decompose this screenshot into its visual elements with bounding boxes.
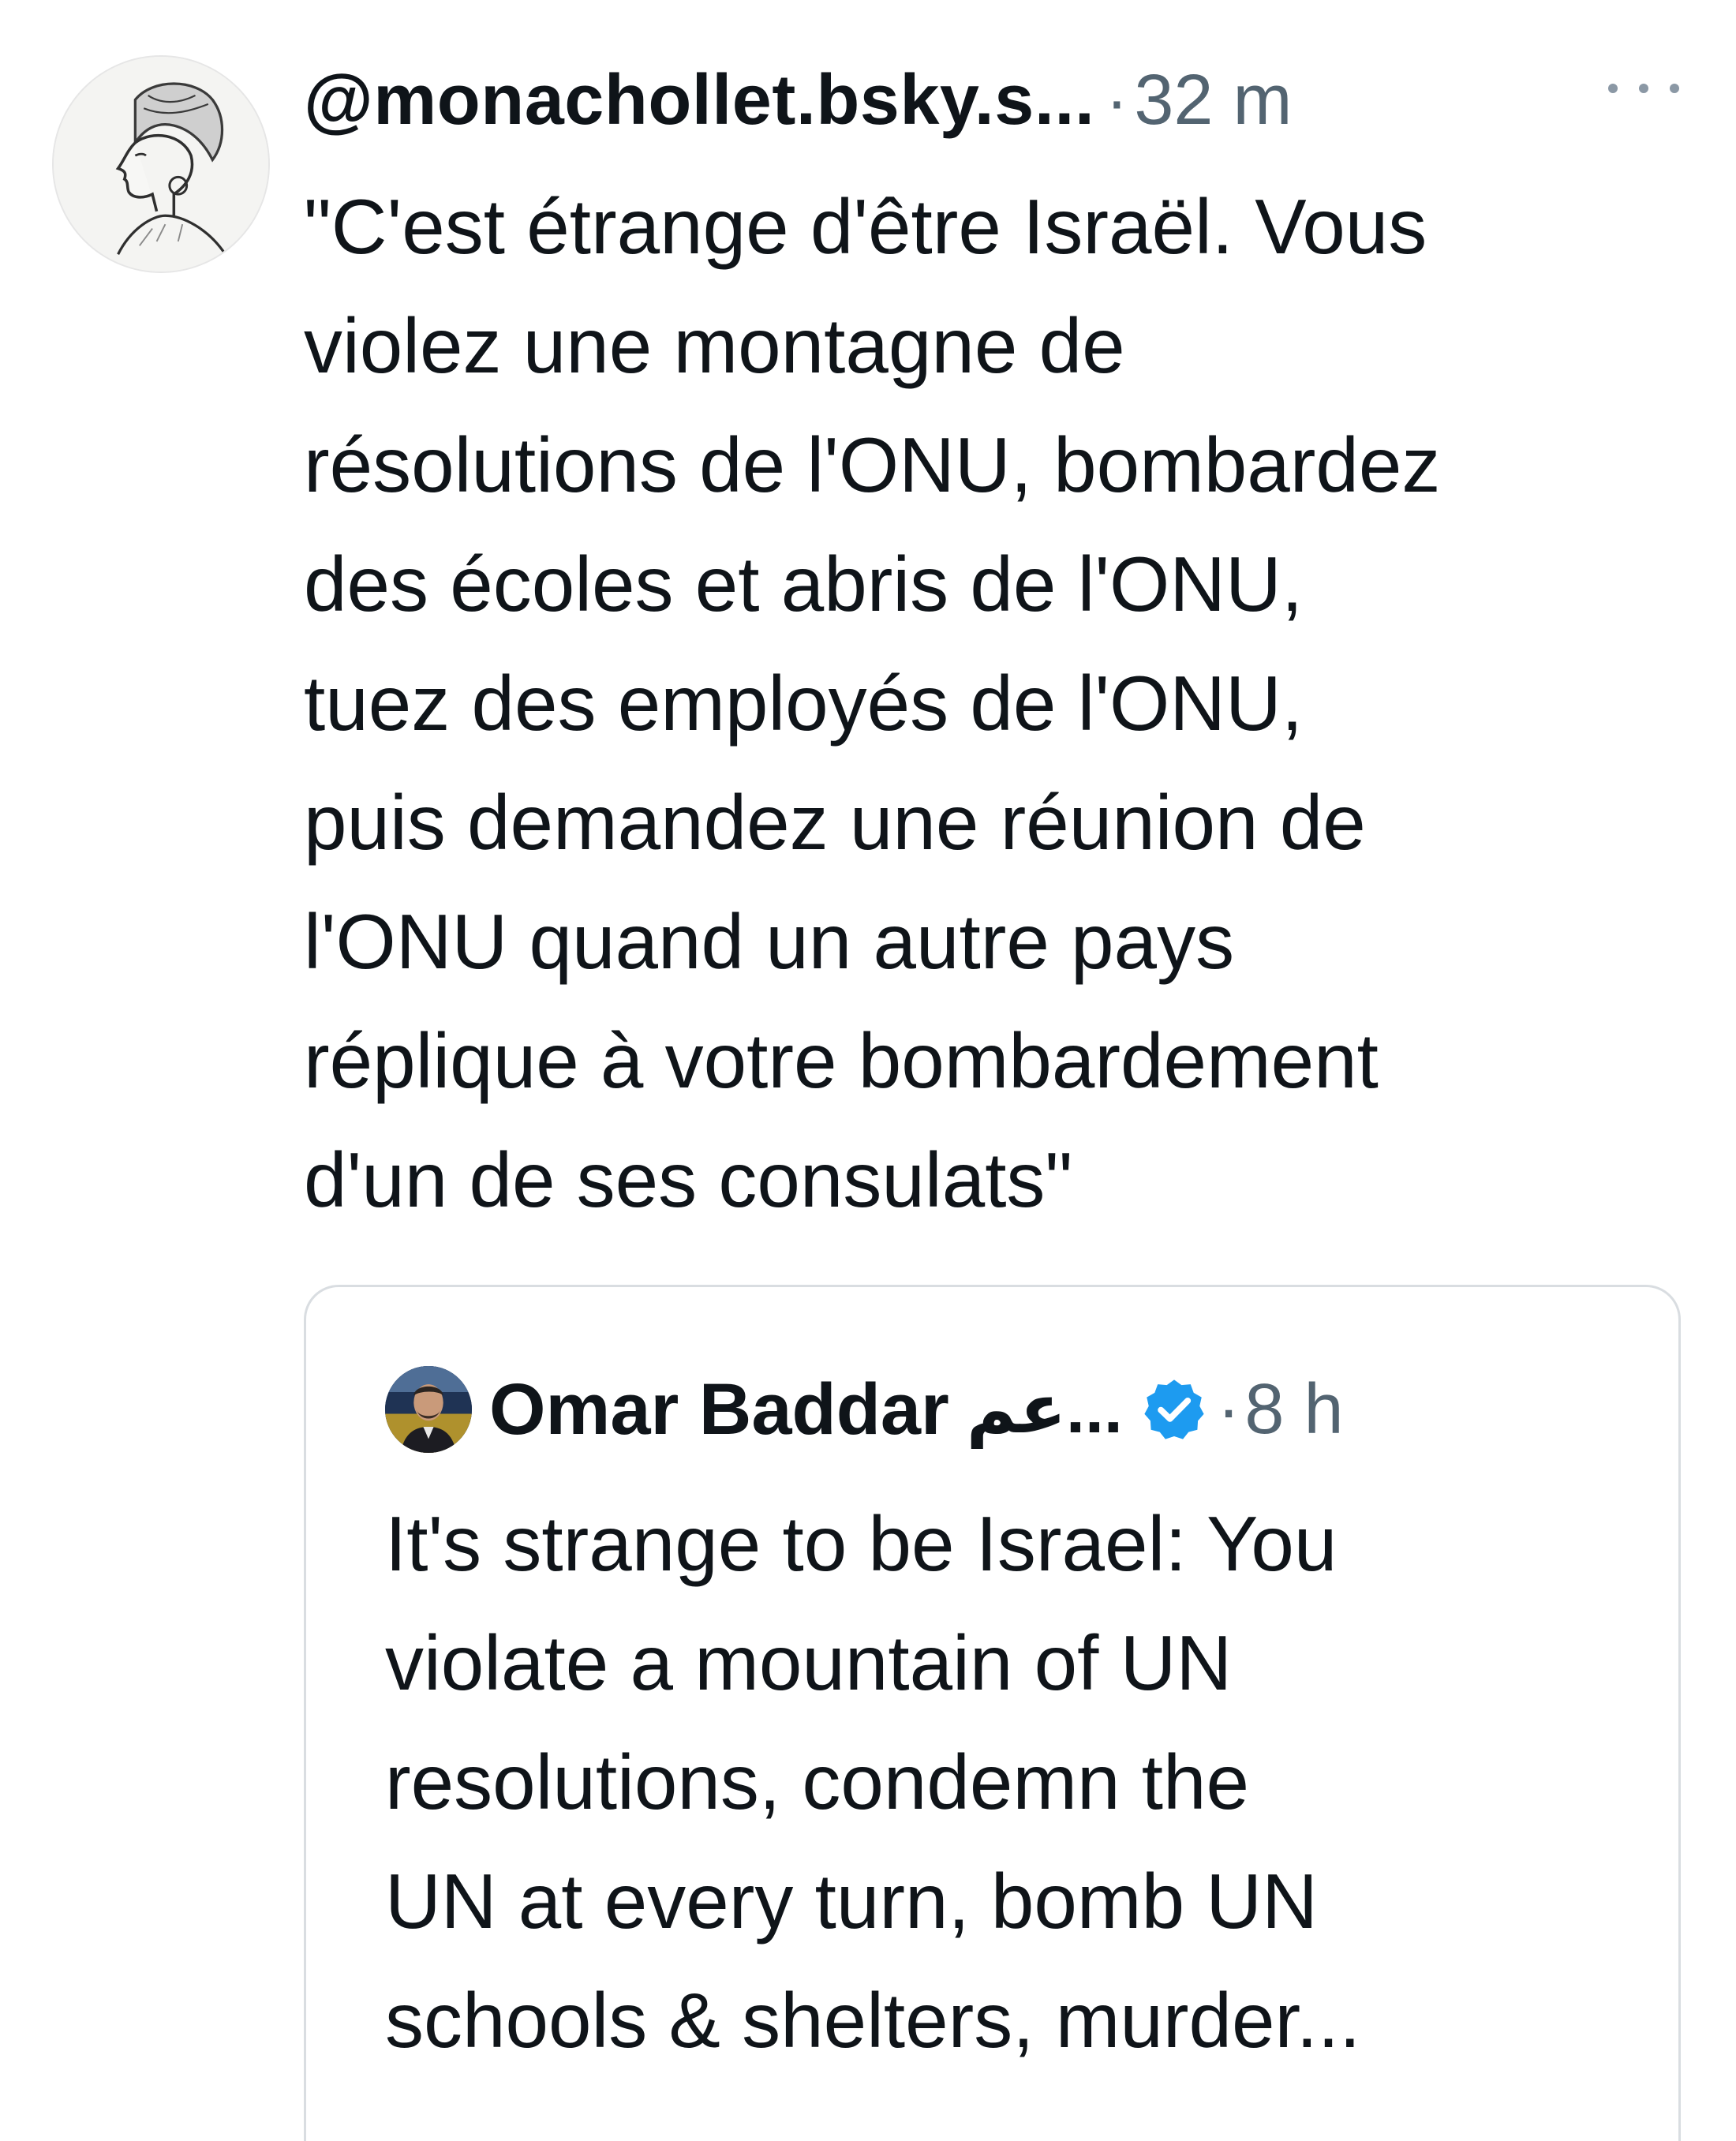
quoted-text-line: It's strange to be Israel: You	[385, 1500, 1338, 1587]
quoted-post-header: Omar Baddar ...عم · 8 h	[489, 1350, 1344, 1469]
more-horizontal-icon	[1608, 84, 1618, 93]
quoted-timestamp[interactable]: 8 h	[1244, 1369, 1343, 1450]
sketch-portrait-icon	[54, 57, 268, 271]
quoted-author-avatar[interactable]	[385, 1366, 472, 1453]
post-text-line: "C'est étrange d'être Israël. Vous	[304, 183, 1427, 270]
more-horizontal-icon	[1670, 84, 1679, 93]
post-text-line: violez une montagne de	[304, 302, 1125, 389]
quoted-header-separator: ·	[1217, 1371, 1240, 1447]
post-text-line: puis demandez une réunion de	[304, 779, 1366, 866]
header-separator: ·	[1106, 62, 1128, 137]
quoted-text-line: schools & shelters, murder...	[385, 1977, 1361, 2064]
quoted-post-body: It's strange to be Israel: You violate a…	[385, 1484, 1648, 2080]
person-photo-icon	[385, 1366, 472, 1453]
post-text-line: résolutions de l'ONU, bombardez	[304, 421, 1441, 508]
verified-badge-icon	[1144, 1379, 1204, 1439]
post-text-line: tuez des employés de l'ONU,	[304, 660, 1304, 747]
post-text-line: l'ONU quand un autre pays	[304, 898, 1235, 985]
quoted-text-line: resolutions, condemn the	[385, 1739, 1249, 1825]
post-text-line: des écoles et abris de l'ONU,	[304, 541, 1304, 627]
post-screen: @monachollet.bsky.s... · 32 m "C'est étr…	[0, 0, 1736, 2141]
quoted-post-card[interactable]: Omar Baddar ...عم · 8 h It's strange to …	[304, 1285, 1681, 2141]
post-text-line: réplique à votre bombardement	[304, 1017, 1379, 1104]
more-horizontal-icon	[1639, 84, 1648, 93]
post-header: @monachollet.bsky.s... · 32 m	[304, 49, 1292, 152]
quoted-text-line: UN at every turn, bomb UN	[385, 1858, 1318, 1944]
post-text-line: d'un de ses consulats"	[304, 1136, 1073, 1223]
quoted-author-name-arabic[interactable]: ...عم	[967, 1370, 1123, 1449]
post-timestamp[interactable]: 32 m	[1134, 60, 1292, 141]
post-body: "C'est étrange d'être Israël. Vous viole…	[304, 167, 1716, 1240]
author-handle[interactable]: @monachollet.bsky.s...	[304, 60, 1094, 141]
more-options-button[interactable]	[1608, 73, 1679, 104]
quoted-author-name[interactable]: Omar Baddar	[489, 1368, 949, 1451]
author-avatar[interactable]	[52, 55, 270, 273]
quoted-text-line: violate a mountain of UN	[385, 1619, 1233, 1706]
